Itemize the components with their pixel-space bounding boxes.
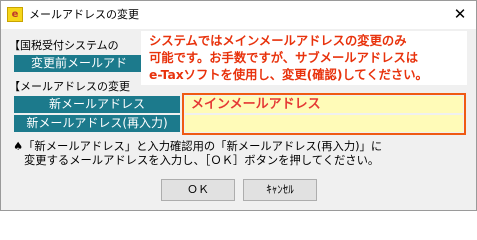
close-icon[interactable]: ✕ xyxy=(445,1,475,27)
dialog-window: e メールアドレスの変更 ✕ 【国税受付システムの 変更前メールアド 【メールア… xyxy=(0,0,477,211)
confirm-email-input[interactable] xyxy=(185,115,463,132)
new-email-input[interactable]: メインメールアドレス xyxy=(185,96,463,113)
notice-callout: システムではメインメールアドレスの変更のみ 可能です。お手数ですが、サブメールア… xyxy=(141,31,467,85)
section-heading-change: 【メールアドレスの変更 xyxy=(9,80,130,93)
instruction-line-1: ♠「新メールアドレス」と入力確認用の「新メールアドレス(再入力)」に xyxy=(13,140,383,153)
section-heading-system: 【国税受付システムの xyxy=(9,39,119,52)
ok-button[interactable]: ＯＫ xyxy=(161,179,235,201)
cancel-button[interactable]: ｷｬﾝｾﾙ xyxy=(243,179,317,201)
notice-line-1: システムではメインメールアドレスの変更のみ xyxy=(149,34,407,48)
window-title: メールアドレスの変更 xyxy=(29,8,139,21)
instruction-line-2: 変更するメールアドレスを入力し、［ＯＫ］ボタンを押してください。 xyxy=(24,154,380,167)
notice-line-3: e-Taxソフトを使用し、変更(確認)してください。 xyxy=(149,68,428,82)
new-email-label: 新メールアドレス xyxy=(14,96,180,113)
notice-line-2: 可能です。お手数ですが、サブメールアドレスは xyxy=(149,51,419,65)
etax-app-icon: e xyxy=(7,7,23,22)
current-email-label: 変更前メールアド xyxy=(14,55,144,72)
title-bar[interactable]: e メールアドレスの変更 ✕ xyxy=(1,1,476,29)
confirm-email-label: 新メールアドレス(再入力) xyxy=(14,115,180,132)
